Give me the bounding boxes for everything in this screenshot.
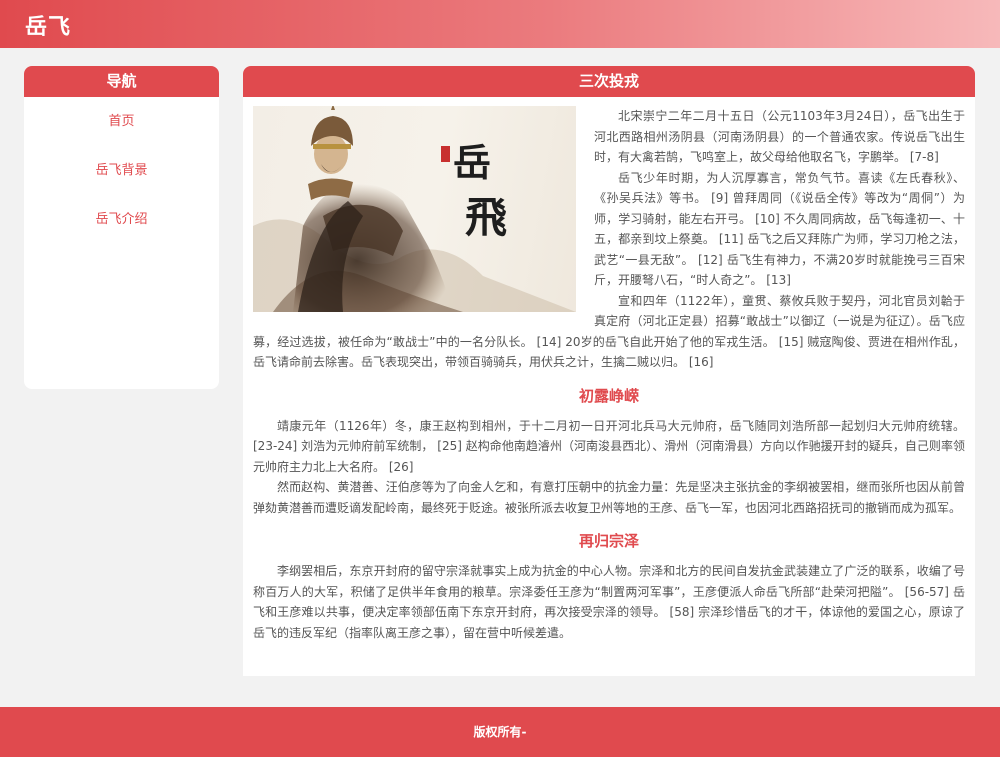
section-title-2: 再归宗泽 bbox=[578, 532, 639, 550]
portrait-illustration: 岳 飛 bbox=[253, 106, 576, 312]
site-title: 岳飞 bbox=[25, 15, 72, 40]
nav-item-background[interactable]: 岳飞背景 bbox=[24, 161, 219, 210]
nav-list: 首页 岳飞背景 岳飞介绍 bbox=[24, 112, 219, 259]
yue-fei-portrait-image: 岳 飛 bbox=[253, 106, 576, 312]
section-1-paragraph-2: 然而赵构、黄潜善、汪伯彦等为了向金人乞和，有意打压朝中的抗金力量：先是坚决主张抗… bbox=[253, 480, 965, 515]
seal-icon bbox=[441, 146, 450, 162]
calligraphy-fei: 飛 bbox=[465, 193, 507, 242]
sidebar-title: 导航 bbox=[24, 66, 219, 97]
section-2-paragraph-1: 李纲罢相后，东京开封府的留守宗泽就事实上成为抗金的中心人物。宗泽和北方的民间自发… bbox=[253, 564, 965, 640]
site-footer: 版权所有- bbox=[0, 707, 1000, 757]
calligraphy-yue: 岳 bbox=[453, 140, 491, 185]
nav-item-intro[interactable]: 岳飞介绍 bbox=[24, 210, 219, 259]
sidebar-nav: 导航 首页 岳飞背景 岳飞介绍 bbox=[24, 66, 219, 389]
main-content-panel: 三次投戎 岳 飛 北宋崇宁二年二月十五日（公元1103年3月24日），岳飞出生于… bbox=[243, 66, 975, 676]
section-1-paragraph-1: 靖康元年（1126年）冬，康王赵构到相州，于十二月初一日开河北兵马大元帅府，岳飞… bbox=[253, 418, 965, 474]
site-header: 岳飞 bbox=[0, 0, 1000, 48]
nav-item-home[interactable]: 首页 bbox=[24, 112, 219, 161]
copyright-text: 版权所有- bbox=[473, 725, 527, 739]
article-content: 岳 飛 北宋崇宁二年二月十五日（公元1103年3月24日），岳飞出生于河北西路相… bbox=[243, 97, 975, 643]
section-title-1: 初露峥嵘 bbox=[578, 386, 639, 405]
main-title: 三次投戎 bbox=[243, 66, 975, 97]
